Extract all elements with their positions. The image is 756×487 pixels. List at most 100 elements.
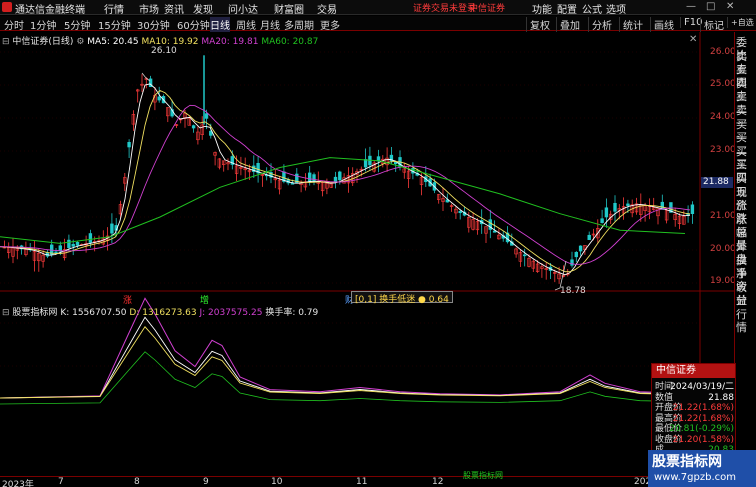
axis-tick: 21.00 — [710, 211, 736, 221]
popup-row-label: 数值 — [655, 392, 674, 403]
period-5min[interactable]: 5分钟 — [64, 17, 90, 32]
menu-function[interactable]: 功能 — [532, 1, 552, 16]
turnover-tip: [0,1] 换手低迷 ● 0.64 — [351, 291, 453, 305]
candle-body — [54, 251, 58, 254]
analysis-button[interactable]: 分析 — [588, 17, 612, 32]
chart-title: 中信证券(日线) — [12, 37, 74, 47]
stats-button[interactable]: 统计 — [619, 17, 643, 32]
period-monthly[interactable]: 月线 — [260, 17, 280, 32]
period-multi[interactable]: 多周期 — [284, 17, 314, 32]
menu-item-discover[interactable]: 发现 — [193, 1, 213, 16]
menu-item-ask[interactable]: 问小达 — [228, 1, 258, 16]
close-icon[interactable]: ✕ — [726, 1, 734, 12]
axis-tick: 25.00 — [710, 79, 736, 89]
candle-body — [75, 242, 80, 246]
axis-tick: 24.00 — [710, 112, 736, 122]
quote-side-panel: 委比 卖五 卖四 卖三 卖二 卖一 买一 买二 买三 买四 买五 现价 涨跌 涨幅 总量 外盘 换手 净资 收益分行… — [734, 32, 756, 487]
app-logo-icon — [2, 2, 12, 12]
current-price-tag: 21.88 — [701, 177, 733, 188]
candle-body — [578, 245, 583, 252]
overlay-button[interactable]: 叠加 — [556, 17, 580, 32]
period-timeshare[interactable]: 分时 — [4, 17, 24, 32]
maximize-icon[interactable]: □ — [706, 1, 715, 12]
k-value: K: 1556707.50 — [60, 308, 127, 318]
menu-options[interactable]: 选项 — [606, 1, 626, 16]
popup-row-value: 21.20(1.58%) — [672, 434, 734, 445]
popup-row: 时间 2024/03/19/二 — [655, 382, 734, 392]
period-15min[interactable]: 15分钟 — [98, 17, 131, 32]
candle-body — [338, 171, 342, 181]
menu-formula[interactable]: 公式 — [582, 1, 602, 16]
candle-body — [570, 259, 574, 266]
candle-body — [307, 172, 312, 182]
candle-body — [587, 234, 591, 241]
candle-body — [312, 174, 316, 182]
indicator-title: 股票指标网 — [12, 308, 58, 318]
period-daily[interactable]: 日线 — [210, 17, 230, 32]
draw-button[interactable]: 画线 — [650, 17, 674, 32]
date-label: 7 — [58, 477, 64, 487]
candle-body — [458, 211, 462, 214]
watermark-title: 股票指标网 — [652, 454, 722, 470]
menu-config[interactable]: 配置 — [557, 1, 577, 16]
low-price-label: 18.78 — [560, 286, 586, 296]
app-name: 通达信金融终端 — [15, 5, 85, 16]
menu-item-wealth[interactable]: 财富圈 — [274, 1, 304, 16]
site-watermark: 股票指标网 www.7gpzb.com — [648, 450, 756, 487]
candle-body — [604, 207, 609, 218]
date-axis: 2023年 7 8 9 10 11 12 2024 — [0, 476, 734, 487]
pane-close-icon[interactable]: ✕ — [689, 34, 697, 45]
candlesticks — [2, 55, 695, 284]
axis-tick: 20.00 — [710, 244, 736, 254]
high-price-label: 26.10 — [151, 46, 177, 56]
period-toolbar: 分时 1分钟 5分钟 15分钟 30分钟 60分钟 日线 周线 月线 多周期 更… — [0, 16, 756, 32]
side-panel-label: 分 — [736, 294, 747, 308]
center-watermark: 股票指标网 — [463, 471, 503, 480]
menu-item-quotes[interactable]: 行情 — [104, 1, 124, 16]
date-label: 10 — [271, 477, 283, 487]
menu-item-news[interactable]: 资讯 — [164, 1, 184, 16]
watermark-url: www.7gpzb.com — [654, 472, 736, 483]
popup-row: 数值 21.88 — [655, 393, 734, 403]
collapse-icon[interactable]: ⊟ — [2, 308, 10, 318]
d-value: D: 1316273.63 — [129, 308, 197, 318]
period-30min[interactable]: 30分钟 — [137, 17, 170, 32]
popup-row: 最低价 20.81(-0.29%) — [655, 424, 734, 434]
axis-tick: 26.00 — [710, 47, 736, 57]
kline-chart[interactable] — [0, 32, 734, 476]
adjust-button[interactable]: 复权 — [526, 17, 550, 32]
candle-body — [363, 159, 368, 168]
minimize-icon[interactable]: — — [686, 1, 696, 12]
ma20-label: MA20: 19.81 — [201, 37, 259, 47]
candle-body — [333, 176, 338, 183]
mark-button[interactable]: 标记 — [700, 17, 724, 32]
menu-item-trade[interactable]: 交易 — [317, 1, 337, 16]
j-value: J: 2037575.25 — [199, 308, 263, 318]
period-weekly[interactable]: 周线 — [236, 17, 256, 32]
candle-body — [626, 203, 630, 206]
popup-row: 开盘价 21.22(1.68%) — [655, 403, 734, 413]
popup-title: 中信证券 — [652, 364, 735, 378]
popup-row-value: 21.88 — [708, 392, 734, 403]
period-more[interactable]: 更多 — [320, 17, 340, 32]
popup-row-value: 20.81(-0.29%) — [669, 424, 734, 434]
sub-chart-header: ⊟ 股票指标网 K: 1556707.50 D: 1316273.63 J: 2… — [2, 305, 318, 318]
broker-name: 中信证券 — [469, 4, 506, 14]
popup-row-value: 21.22(1.68%) — [672, 403, 734, 413]
settings-icon[interactable]: ⚙ — [76, 37, 84, 47]
period-60min[interactable]: 60分钟 — [177, 17, 210, 32]
add-watchlist-button[interactable]: +自选 — [727, 17, 754, 28]
date-label: 11 — [356, 477, 368, 487]
turnover-value: 换手率: 0.79 — [265, 308, 319, 318]
date-label: 2023年 — [2, 480, 34, 487]
collapse-icon[interactable]: ⊟ — [2, 37, 10, 47]
login-warning[interactable]: 证券交易未登录 — [413, 1, 476, 14]
candle-body — [191, 125, 196, 129]
candle-body — [71, 243, 75, 247]
menu-bar: 通达信金融终端 行情 市场 资讯 发现 问小达 财富圈 交易 证券交易未登录 中… — [0, 0, 756, 16]
period-1min[interactable]: 1分钟 — [30, 17, 56, 32]
candle-body — [88, 233, 93, 243]
menu-item-market[interactable]: 市场 — [139, 1, 159, 16]
candle-body — [157, 96, 161, 101]
candle-body — [600, 218, 604, 223]
